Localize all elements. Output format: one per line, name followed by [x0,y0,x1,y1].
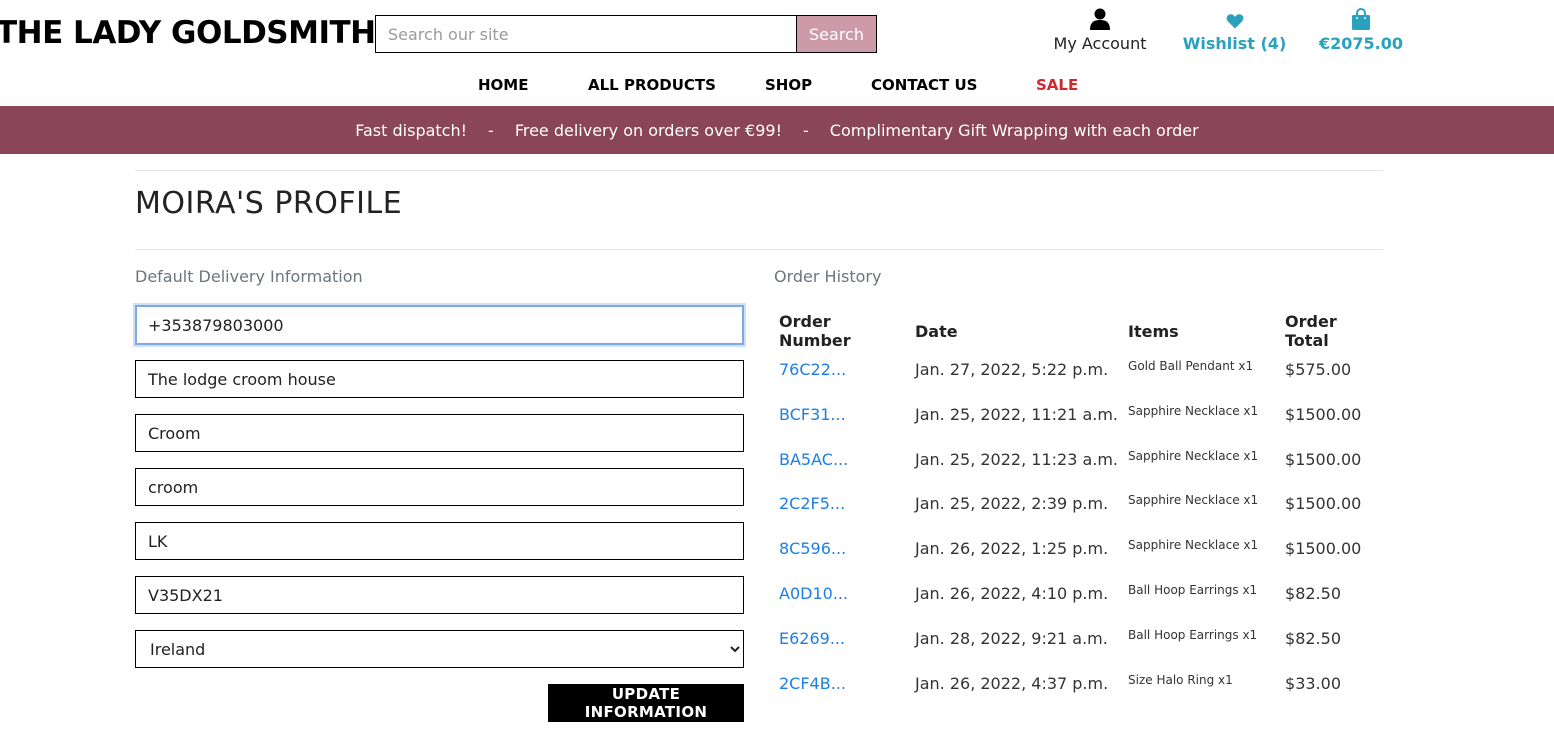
column-header: Items [1128,321,1179,341]
update-information-button[interactable]: UPDATE INFORMATION [548,684,744,722]
nav-all-products[interactable]: ALL PRODUCTS [588,76,716,94]
order-date: Jan. 27, 2022, 5:22 p.m. [915,360,1109,379]
nav-sale[interactable]: SALE [1036,76,1078,94]
order-items: Size Halo Ring x1 [1128,672,1233,687]
order-number-cell: BA5AC... [774,440,910,485]
town-field[interactable] [135,468,744,506]
order-total: $82.50 [1285,628,1341,648]
order-total: $1500.00 [1285,449,1362,469]
order-history-table: Order Number Date Items Order Total 76C2… [774,312,1390,708]
order-date: Jan. 26, 2022, 4:10 p.m. [915,583,1109,603]
country-select[interactable]: Ireland [135,630,744,668]
heart-icon [1226,14,1243,29]
order-items: Sapphire Necklace x1 [1128,538,1259,553]
order-items: Gold Ball Pendant x1 [1128,359,1254,373]
order-number-link[interactable]: 2C2F5... [779,494,845,513]
table-row: BA5AC... Jan. 25, 2022, 11:23 a.m. Sapphir… [774,440,1390,485]
user-icon [1090,8,1110,30]
order-items: Ball Hoop Earrings x1 [1128,582,1258,597]
order-number-cell: 2CF4B... [774,664,910,709]
order-number-cell: E6269... [774,619,910,664]
county-field[interactable] [135,522,744,560]
order-number-link[interactable]: 76C22... [779,360,846,379]
search-button[interactable]: Search [796,15,877,53]
order-items: Sapphire Necklace x1 [1128,448,1259,463]
order-items: Ball Hoop Earrings x1 [1128,627,1258,642]
promo-banner: Fast dispatch! - Free delivery on orders… [0,106,1554,154]
shopping-bag-link[interactable]: €2075.00 [1315,8,1407,53]
divider [135,249,1383,250]
table-row: E6269... Jan. 28, 2022, 9:21 a.m. Ball Hoo… [774,619,1390,664]
table-header-row: Order Number Date Items Order Total [774,312,1390,350]
search-form: Search [375,15,877,53]
banner-gift-wrapping: Complimentary Gift Wrapping with each or… [829,120,1199,140]
column-header: Order Total [1285,312,1337,350]
order-total: $1500.00 [1285,494,1362,514]
shopping-bag-icon [1352,8,1370,30]
order-date: Jan. 26, 2022, 4:37 p.m. [915,673,1109,693]
table-row: 2CF4B... Jan. 26, 2022, 4:37 p.m. Size Hal… [774,664,1390,709]
order-date: Jan. 25, 2022, 11:21 a.m. [915,404,1119,424]
order-total: $1500.00 [1285,404,1362,424]
wishlist-link[interactable]: Wishlist (4) [1182,8,1287,53]
order-number-cell: A0D10... [774,574,910,619]
order-number-cell: 2C2F5... [774,484,910,529]
table-row: 76C22... Jan. 27, 2022, 5:22 p.m. Gold Bal… [774,350,1390,395]
order-rows: 76C22... Jan. 27, 2022, 5:22 p.m. Gold Bal… [774,350,1390,708]
table-row: 8C596... Jan. 26, 2022, 1:25 p.m. Sapphire… [774,529,1390,574]
order-number-link[interactable]: BCF31... [779,405,846,424]
nav-shop[interactable]: SHOP [765,76,812,94]
page-title: MOIRA'S PROFILE [135,186,403,221]
order-date: Jan. 25, 2022, 11:23 a.m. [915,449,1119,469]
order-items: Sapphire Necklace x1 [1128,493,1259,508]
order-number-cell: 8C596... [774,529,910,574]
banner-separator: - [803,120,809,140]
brand-logo[interactable]: THE LADY GOLDSMITH [0,15,376,51]
order-total: $575.00 [1285,360,1352,379]
order-items: Sapphire Necklace x1 [1128,403,1259,418]
wishlist-label: Wishlist (4) [1182,34,1287,53]
bag-total: €2075.00 [1318,34,1403,53]
order-number-cell: 76C22... [774,350,910,395]
table-row: A0D10... Jan. 26, 2022, 4:10 p.m. Ball Hoo… [774,574,1390,619]
table-row: BCF31... Jan. 25, 2022, 11:21 a.m. Sapphir… [774,395,1390,440]
order-number-link[interactable]: BA5AC... [779,450,848,469]
street-address2-field[interactable] [135,414,744,452]
order-number-link[interactable]: 8C596... [779,539,846,558]
delivery-info-heading: Default Delivery Information [135,267,363,286]
column-header: Order Number [779,312,851,350]
banner-fast-dispatch: Fast dispatch! [355,120,468,140]
order-number-link[interactable]: 2CF4B... [779,674,846,693]
order-total: $33.00 [1285,673,1341,693]
order-total: $82.50 [1285,583,1341,603]
order-history-heading: Order History [774,267,882,286]
order-date: Jan. 28, 2022, 9:21 a.m. [915,628,1108,648]
divider [135,170,1383,171]
phone-field[interactable] [135,305,744,345]
order-date: Jan. 25, 2022, 2:39 p.m. [915,494,1109,514]
column-header: Date [915,321,958,341]
table-row: 2C2F5... Jan. 25, 2022, 2:39 p.m. Sapphire… [774,484,1390,529]
postcode-field[interactable] [135,576,744,614]
order-total: $1500.00 [1285,539,1362,559]
nav-contact-us[interactable]: CONTACT US [871,76,977,94]
order-date: Jan. 26, 2022, 1:25 p.m. [915,539,1109,559]
search-input[interactable] [375,15,796,53]
order-number-link[interactable]: A0D10... [779,584,848,603]
street-address1-field[interactable] [135,360,744,398]
banner-free-delivery: Free delivery on orders over €99! [514,120,783,140]
main-nav: HOME ALL PRODUCTS SHOP CONTACT US SALE [0,76,1554,96]
banner-separator: - [488,120,494,140]
my-account-label: My Account [1053,34,1147,53]
nav-home[interactable]: HOME [478,76,528,94]
my-account-link[interactable]: My Account [1045,8,1155,53]
order-number-cell: BCF31... [774,395,910,440]
order-number-link[interactable]: E6269... [779,629,845,648]
